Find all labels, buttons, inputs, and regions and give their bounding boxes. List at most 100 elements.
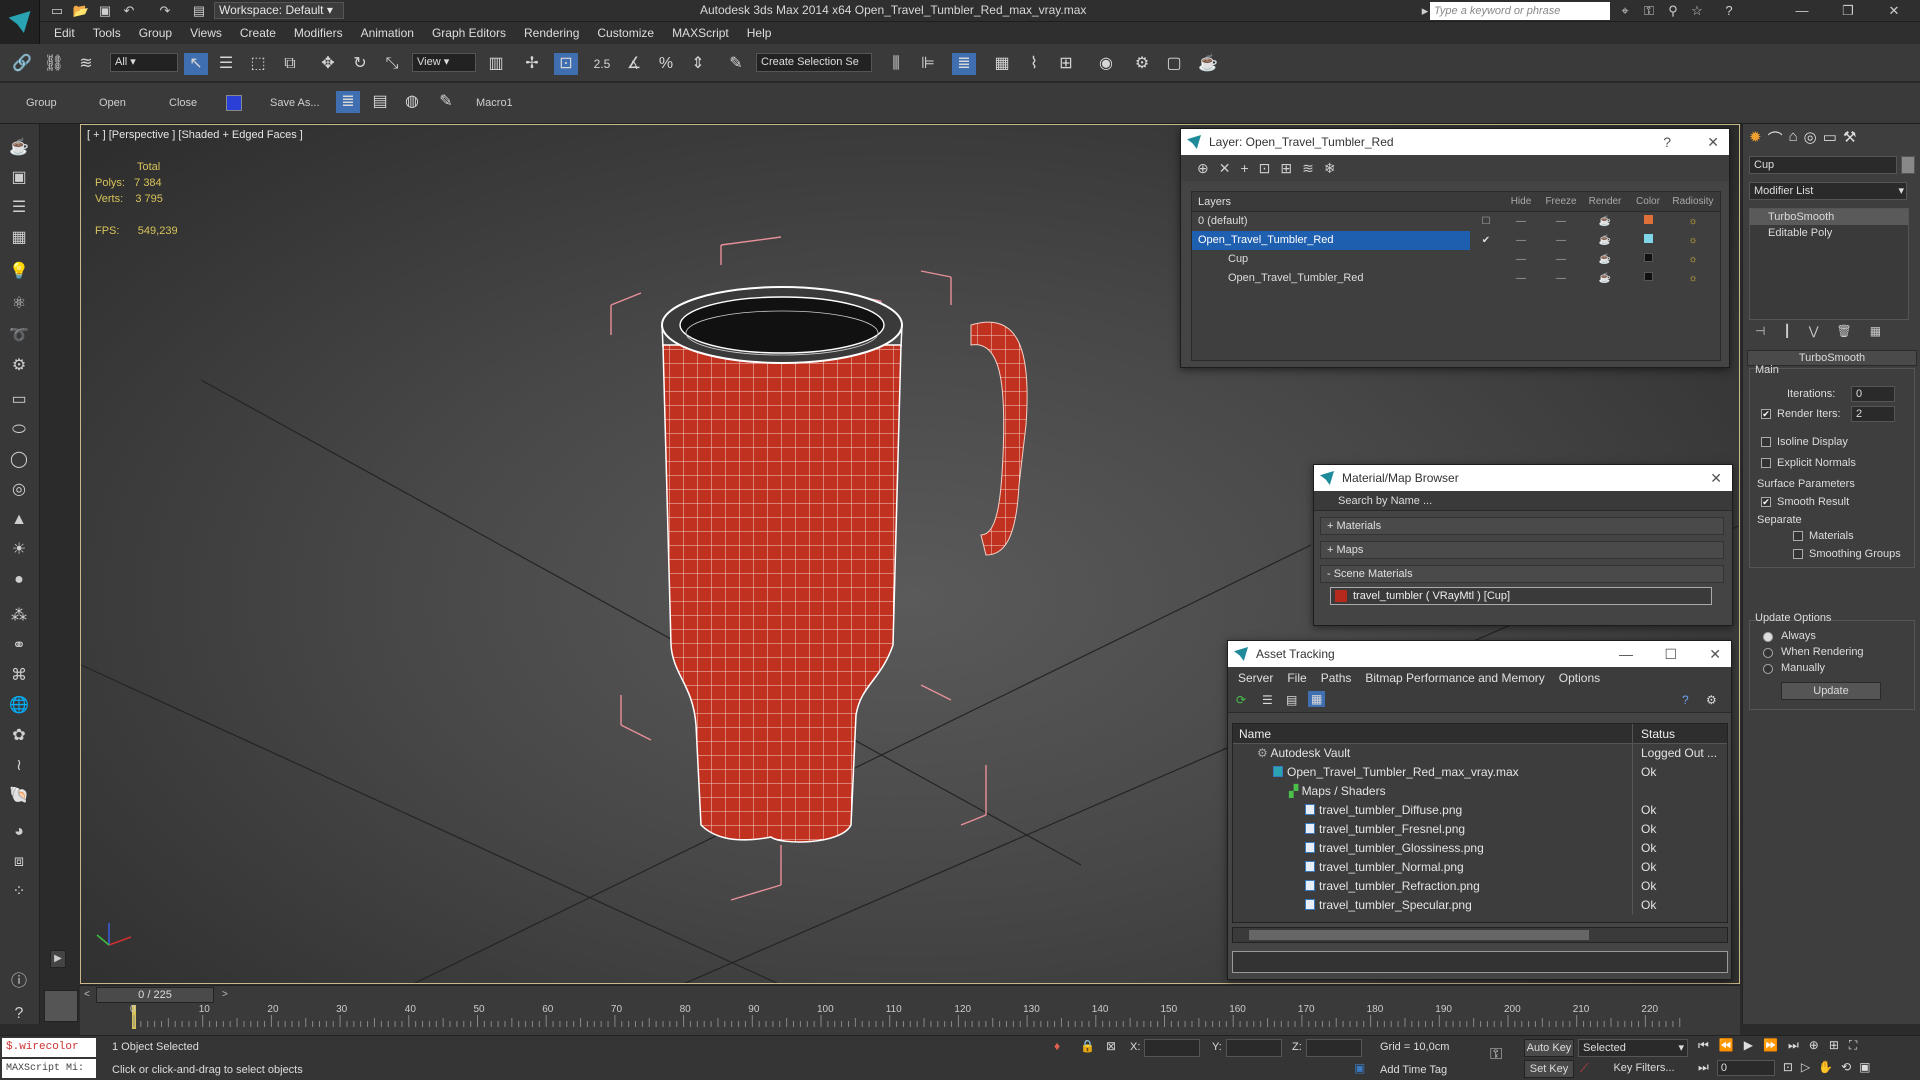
key-mode-dropdown[interactable]: Selected ▾ (1578, 1039, 1688, 1057)
add-to-layer-icon[interactable]: + (1240, 160, 1248, 176)
zoom-extents-icon[interactable]: ⛶ (1849, 1038, 1857, 1058)
communication-icon[interactable]: ⚲ (1664, 3, 1682, 19)
material-search-input[interactable]: Search by Name ... (1314, 491, 1732, 511)
selection-filter-dropdown[interactable]: All ▾ (110, 53, 178, 72)
tumbler-mesh[interactable] (661, 286, 1028, 843)
ball-icon[interactable]: ● (6, 568, 32, 592)
menu-animation[interactable]: Animation (361, 26, 414, 40)
col-radiosity[interactable]: Radiosity (1668, 192, 1718, 211)
binoculars-icon[interactable]: ⌖ (1616, 3, 1634, 19)
close-button[interactable]: ✕ (1874, 2, 1914, 20)
asset-menu-file[interactable]: File (1287, 671, 1306, 685)
modify-tab-icon[interactable]: ⌒ (1768, 128, 1783, 150)
y-coordinate-field[interactable] (1226, 1039, 1282, 1057)
configure-sets-icon[interactable]: ▦ (1870, 324, 1881, 342)
prev-frame-icon[interactable]: < (84, 989, 90, 1000)
add-time-tag-icon[interactable]: ▣ (1354, 1061, 1365, 1075)
asset-row[interactable]: travel_tumbler_Fresnel.png Ok (1233, 820, 1727, 839)
project-folder-icon[interactable]: ▤ (190, 3, 208, 19)
next-key-icon[interactable]: ⏩ (1763, 1038, 1778, 1058)
layer-dialog-close-icon[interactable]: ✕ (1707, 129, 1719, 155)
help-icon[interactable]: ? (1663, 129, 1671, 155)
asset-row[interactable]: travel_tumbler_Specular.png Ok (1233, 896, 1727, 915)
zoom-icon[interactable]: ⊕ (1809, 1038, 1819, 1058)
sphere-icon[interactable]: ◯ (6, 448, 32, 472)
menu-graph-editors[interactable]: Graph Editors (432, 26, 506, 40)
hierarchy-icon[interactable]: ⧈ (6, 850, 32, 874)
prev-key-icon[interactable]: ⏪ (1719, 1038, 1734, 1058)
spring-icon[interactable]: ➰ (6, 324, 32, 348)
select-manipulate-icon[interactable]: ✢ (520, 53, 544, 75)
z-coordinate-field[interactable] (1306, 1039, 1362, 1057)
move-icon[interactable]: ✥ (316, 53, 340, 75)
render-toggle-icon[interactable]: ☕ (1582, 250, 1628, 269)
pivot-icon[interactable]: ▥ (484, 53, 508, 75)
col-hide[interactable]: Hide (1502, 192, 1540, 211)
set-key-icon[interactable]: ⟋ (1580, 1061, 1588, 1076)
update-button[interactable]: Update (1781, 682, 1881, 700)
freeze-toggle[interactable]: — (1540, 231, 1582, 250)
col-layers[interactable]: Layers (1192, 192, 1502, 211)
ribbon-save-as-button[interactable]: Save As... (270, 97, 320, 109)
pipe-icon[interactable]: ⚙ (6, 354, 32, 378)
create-tab-icon[interactable]: ✹ (1749, 128, 1762, 150)
asset-row[interactable]: travel_tumbler_Glossiness.png Ok (1233, 839, 1727, 858)
bind-spacewarp-icon[interactable]: ≋ (74, 53, 98, 75)
explicit-normals-checkbox[interactable] (1761, 458, 1771, 468)
favorites-star-icon[interactable]: ☆ (1688, 3, 1706, 19)
render-production-icon[interactable]: ☕ (1196, 53, 1220, 75)
select-in-layer-icon[interactable]: ⊡ (1259, 160, 1271, 177)
asset-menu-paths[interactable]: Paths (1321, 671, 1352, 685)
ribbon-tool-b-icon[interactable]: ▤ (368, 91, 392, 113)
asset-close-icon[interactable]: ✕ (1709, 641, 1721, 667)
open-file-icon[interactable]: 📂 (72, 3, 90, 19)
curve-editor-icon[interactable]: ⌇ (1022, 53, 1046, 75)
render-iters-spinner[interactable]: 2 (1851, 406, 1895, 422)
add-time-tag-button[interactable]: Add Time Tag (1380, 1064, 1447, 1076)
scene-materials-group[interactable]: - Scene Materials (1320, 565, 1724, 583)
layer-row[interactable]: 0 (default) ☐ — — ☕ ☼ (1192, 212, 1720, 231)
asset-menu-server[interactable]: Server (1238, 671, 1273, 685)
rect-selection-icon[interactable]: ⬚ (246, 53, 270, 75)
pan-icon[interactable]: ✋ (1818, 1060, 1833, 1080)
material-browser-titlebar[interactable]: Material/Map Browser ✕ (1314, 465, 1732, 491)
radiosity-icon[interactable]: ☼ (1668, 231, 1718, 250)
remove-modifier-icon[interactable]: 🗑 (1837, 324, 1852, 342)
minimize-button[interactable]: — (1782, 2, 1822, 20)
current-frame-field[interactable]: 0 (1716, 1060, 1775, 1076)
window-crossing-icon[interactable]: ⧉ (278, 53, 302, 75)
particles-icon[interactable]: ⁂ (6, 604, 32, 628)
align-icon[interactable]: ⊫ (916, 53, 940, 75)
radiosity-icon[interactable]: ☼ (1668, 269, 1718, 288)
radiosity-icon[interactable]: ☼ (1668, 212, 1718, 231)
auto-key-button[interactable]: Auto Key (1524, 1039, 1574, 1057)
time-slider[interactable]: < 0 / 225 > (80, 985, 1740, 1005)
isoline-checkbox[interactable] (1761, 437, 1771, 447)
materials-group[interactable]: + Materials (1320, 517, 1724, 535)
highlight-layer-icon[interactable]: ⊞ (1280, 160, 1292, 177)
set-key-button[interactable]: Set Key (1524, 1060, 1574, 1078)
menu-group[interactable]: Group (139, 26, 172, 40)
dynamics-icon[interactable]: ⚛ (6, 292, 32, 316)
particle-flow-icon[interactable]: ⁘ (6, 880, 32, 904)
edit-named-sel-icon[interactable]: ✎ (724, 53, 748, 75)
menu-customize[interactable]: Customize (597, 26, 654, 40)
asset-row[interactable]: ⚙ Autodesk Vault Logged Out ... (1233, 744, 1727, 763)
detail-view-icon[interactable]: ▤ (1286, 693, 1297, 707)
stack-item-editable-poly[interactable]: Editable Poly (1750, 225, 1908, 241)
mirror-icon[interactable]: ⫼ (884, 53, 908, 75)
ref-coord-dropdown[interactable]: View ▾ (412, 53, 476, 72)
motion-tab-icon[interactable]: ◎ (1804, 128, 1817, 150)
snap-toggle-icon[interactable]: 2.5 (590, 53, 614, 75)
menu-rendering[interactable]: Rendering (524, 26, 579, 40)
ribbon-macro-button[interactable]: Macro1 (476, 97, 513, 109)
box-icon[interactable]: ▭ (6, 388, 32, 412)
iterations-spinner[interactable]: 0 (1851, 386, 1895, 402)
ribbon-close-button[interactable]: Close (169, 97, 197, 109)
menu-views[interactable]: Views (190, 26, 222, 40)
radiosity-icon[interactable]: ☼ (1668, 250, 1718, 269)
cone-icon[interactable]: ▲ (6, 508, 32, 532)
asset-row[interactable]: travel_tumbler_Normal.png Ok (1233, 858, 1727, 877)
help-icon[interactable]: ? (1720, 3, 1738, 19)
cylinder-icon[interactable]: ⬭ (6, 418, 32, 442)
